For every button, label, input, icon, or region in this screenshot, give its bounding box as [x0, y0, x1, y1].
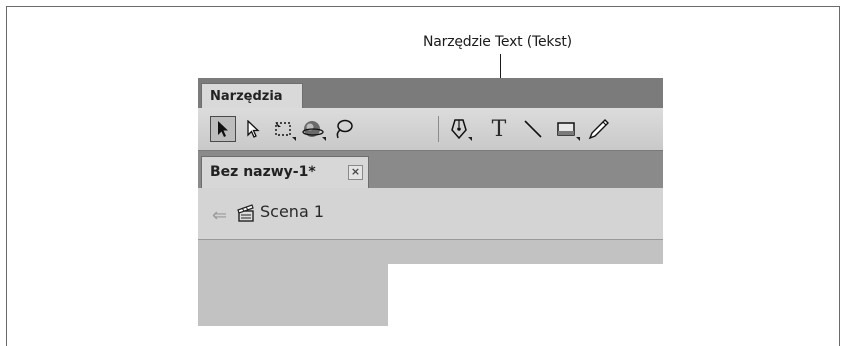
stage-canvas[interactable] — [388, 264, 663, 326]
edit-bar: ⇐ Scena 1 — [198, 188, 663, 240]
back-arrow-icon[interactable]: ⇐ — [212, 205, 227, 226]
sphere-icon — [302, 121, 324, 137]
transform-icon — [275, 122, 291, 136]
scene-label[interactable]: Scena 1 — [260, 202, 324, 221]
selection-tool-button[interactable] — [210, 116, 236, 142]
subselection-tool-button[interactable] — [240, 116, 266, 142]
clapperboard-icon — [237, 203, 255, 227]
line-icon — [524, 120, 542, 138]
document-tab[interactable]: Bez nazwy-1* × — [201, 156, 369, 188]
text-tool-callout: Narzędzie Text (Tekst) — [423, 34, 572, 50]
text-tool-button[interactable]: T — [486, 116, 512, 142]
rectangle-icon — [557, 122, 575, 136]
3d-rotation-tool-button[interactable] — [300, 116, 326, 142]
tools-panel-tabbar: Narzędzia — [198, 78, 663, 108]
pen-tool-button[interactable] — [446, 116, 472, 142]
lasso-tool-button[interactable] — [330, 116, 356, 142]
pencil-tool-button[interactable] — [586, 116, 612, 142]
tools-toolbar: T — [198, 108, 663, 151]
document-tabbar: Bez nazwy-1* × — [198, 151, 663, 188]
arrow-cursor-icon — [218, 121, 228, 137]
lasso-icon — [336, 119, 353, 139]
toolbar-separator — [438, 116, 439, 142]
pencil-icon — [588, 119, 609, 140]
document-tab-label: Bez nazwy-1* — [210, 164, 316, 180]
free-transform-tool-button[interactable] — [270, 116, 296, 142]
close-icon[interactable]: × — [348, 165, 363, 180]
pasteboard — [198, 240, 663, 326]
flash-ui-crop: Narzędzia T Bez nazwy-1* × ⇐ Scena 1 — [198, 78, 663, 326]
tools-panel-tab[interactable]: Narzędzia — [201, 83, 303, 108]
rectangle-tool-button[interactable] — [554, 116, 580, 142]
line-tool-button[interactable] — [520, 116, 546, 142]
text-t-icon: T — [491, 116, 507, 142]
pen-nib-icon — [451, 119, 467, 140]
hollow-arrow-icon — [247, 120, 260, 138]
